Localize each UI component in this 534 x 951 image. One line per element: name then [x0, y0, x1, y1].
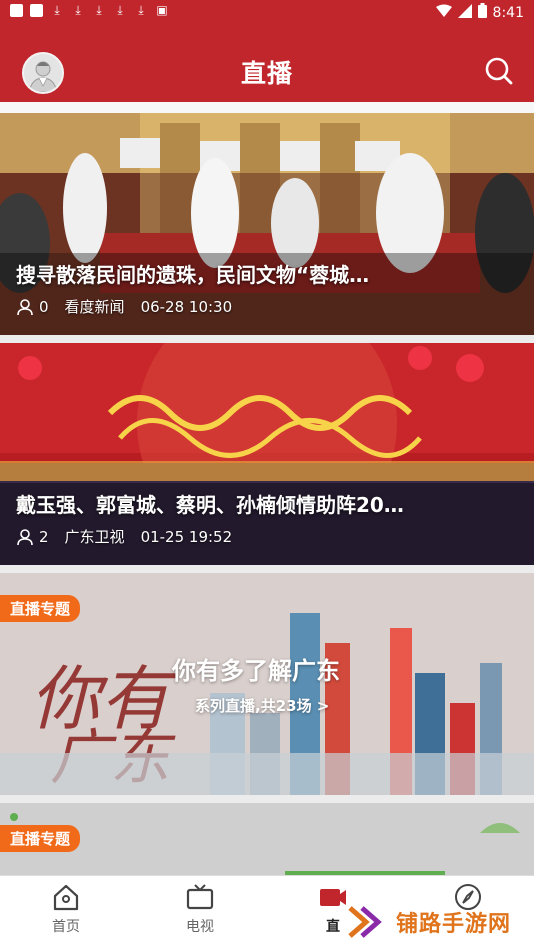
- download-icon: ⤓: [54, 3, 60, 17]
- viewer-icon: [16, 528, 34, 546]
- home-icon: [53, 884, 79, 911]
- notification-square-icon: [10, 3, 23, 17]
- search-icon: [485, 57, 513, 85]
- app-bar: 直播: [0, 24, 534, 102]
- live-icon: [320, 889, 346, 906]
- publish-time: 01-25 19:52: [140, 527, 233, 546]
- viewer-count: 2: [39, 527, 49, 546]
- topic-title: 你有多了解广东: [172, 657, 340, 685]
- download-icon: ⤓: [75, 3, 81, 17]
- page-title: 直播: [240, 59, 293, 88]
- viewer-count: 0: [39, 297, 49, 316]
- wifi-icon: [435, 4, 452, 22]
- download-icon: ⤓: [138, 3, 144, 17]
- notification-icons: ⤓ ⤓ ⤓ ⤓ ⤓ ▣: [10, 3, 169, 17]
- live-card-title: 搜寻散落民间的遗珠，民间文物“蓉城…: [16, 263, 370, 287]
- search-button[interactable]: [484, 56, 514, 86]
- live-card[interactable]: 戴玉强、郭富城、蔡明、孙楠倾情助阵20… 2 广东卫视 01-25 19:52: [0, 343, 534, 565]
- topic-subtitle-link[interactable]: 系列直播,共23场 >: [195, 695, 329, 716]
- clock: 8:41: [492, 4, 524, 21]
- system-icons: 8:41: [435, 3, 524, 22]
- source-name: 广东卫视: [64, 528, 125, 546]
- source-name: 看度新闻: [64, 298, 125, 316]
- tab-tv[interactable]: 电视: [160, 882, 240, 936]
- download-icon: ⤓: [117, 3, 123, 17]
- tab-label: 电视: [186, 919, 214, 935]
- battery-icon: [477, 3, 487, 22]
- topic-card-image: [0, 803, 534, 875]
- divider: [0, 102, 534, 113]
- live-card-meta: 2 广东卫视 01-25 19:52: [16, 526, 248, 547]
- topic-card[interactable]: 你有 广东 直播专题 你有多了解广东 系列直播,共23场 >: [0, 573, 534, 795]
- live-card-meta: 0 看度新闻 06-28 10:30: [16, 296, 248, 317]
- notification-square-icon: [30, 3, 43, 17]
- watermark-text: 铺路手游网: [396, 912, 512, 937]
- watermark-logo-icon: [348, 906, 382, 938]
- topic-badge: 直播专题: [0, 595, 81, 622]
- topic-card[interactable]: 直播专题: [0, 803, 534, 875]
- status-bar: ⤓ ⤓ ⤓ ⤓ ⤓ ▣ 8:41: [0, 0, 534, 24]
- viewer-icon: [16, 298, 34, 316]
- download-icon: ⤓: [96, 3, 102, 17]
- live-card[interactable]: 搜寻散落民间的遗珠，民间文物“蓉城… 0 看度新闻 06-28 10:30: [0, 113, 534, 335]
- photo-icon: ▣: [156, 3, 168, 17]
- live-card-title: 戴玉强、郭富城、蔡明、孙楠倾情助阵20…: [16, 493, 404, 517]
- signal-icon: [457, 3, 472, 22]
- tab-home[interactable]: 首页: [26, 882, 106, 936]
- tab-label: 首页: [52, 919, 80, 935]
- tv-icon: [186, 884, 214, 910]
- topic-badge: 直播专题: [0, 825, 81, 852]
- publish-time: 06-28 10:30: [140, 297, 233, 316]
- watermark: 铺路手游网: [348, 902, 511, 942]
